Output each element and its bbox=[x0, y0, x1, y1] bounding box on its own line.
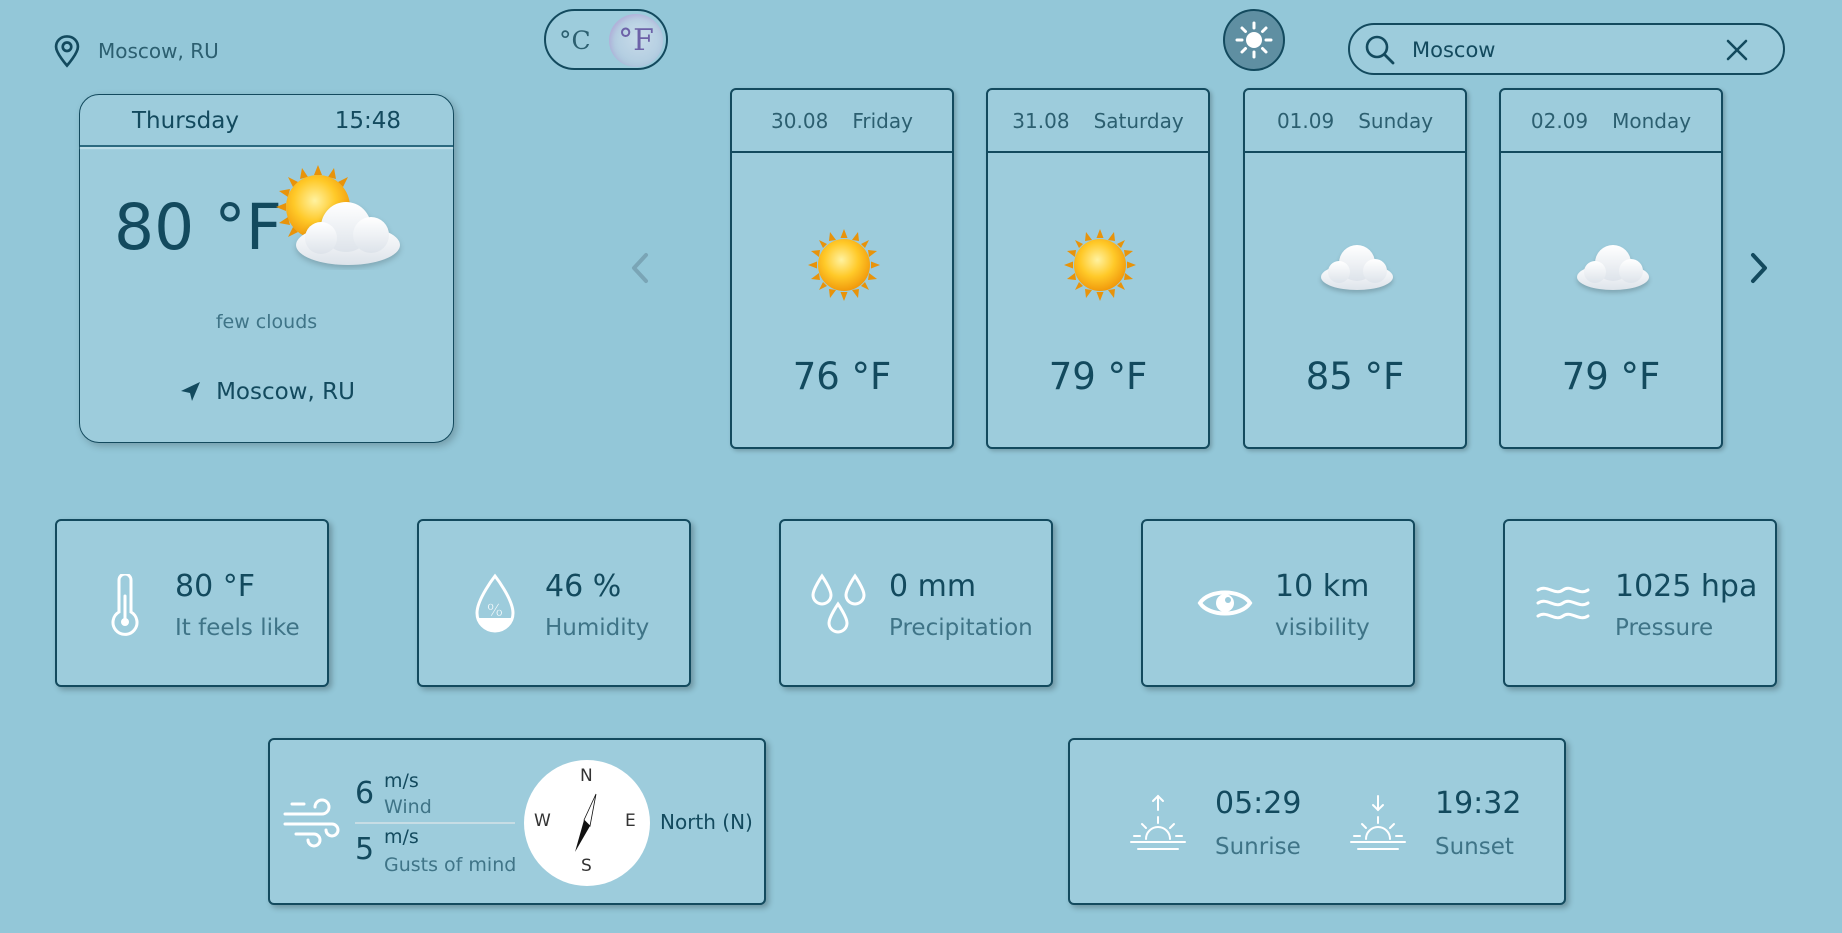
visibility-label: visibility bbox=[1275, 615, 1370, 641]
unit-fahrenheit-option[interactable]: °F bbox=[609, 14, 663, 67]
wind-card: 6 m/s Wind 5 m/s Gusts of mind N S E W N… bbox=[268, 738, 766, 905]
forecast-header: 30.08 Friday bbox=[732, 90, 952, 153]
navigation-arrow-icon bbox=[181, 382, 201, 401]
visibility-value: 10 km bbox=[1275, 569, 1370, 604]
pressure-label: Pressure bbox=[1615, 615, 1714, 641]
forecast-header: 31.08 Saturday bbox=[988, 90, 1208, 153]
theme-toggle-button[interactable] bbox=[1223, 9, 1285, 71]
cloud-icon bbox=[1577, 245, 1649, 290]
current-location-text: Moscow, RU bbox=[216, 379, 355, 405]
divider bbox=[80, 145, 453, 147]
sunrise-icon bbox=[1130, 794, 1186, 850]
humidity-value: 46 % bbox=[545, 569, 622, 604]
wind-direction: North (N) bbox=[660, 810, 753, 834]
waves-icon bbox=[1536, 586, 1590, 620]
sun-icon bbox=[1064, 229, 1136, 301]
cloud-icon bbox=[1321, 245, 1393, 290]
pressure-value: 1025 hpa bbox=[1615, 569, 1758, 604]
feels-like-card: 80 °F It feels like bbox=[55, 519, 329, 687]
chevron-left-icon[interactable] bbox=[629, 250, 651, 286]
forecast-card[interactable]: 02.09 Monday 79 °F bbox=[1499, 88, 1723, 449]
precipitation-label: Precipitation bbox=[889, 615, 1033, 641]
weather-description: few clouds bbox=[215, 311, 318, 333]
svg-text:%: % bbox=[487, 601, 503, 621]
search-input[interactable]: Moscow bbox=[1412, 38, 1495, 62]
gust-label: Gusts of mind bbox=[384, 854, 517, 876]
feels-like-label: It feels like bbox=[175, 615, 300, 641]
sun-icon bbox=[808, 229, 880, 301]
forecast-card[interactable]: 31.08 Saturday 79 °F bbox=[986, 88, 1210, 449]
forecast-day: Saturday bbox=[1093, 108, 1184, 133]
eye-icon bbox=[1197, 590, 1253, 616]
raindrops-icon bbox=[811, 573, 866, 634]
sunset-icon bbox=[1350, 795, 1406, 850]
humidity-drop-icon: % bbox=[475, 573, 515, 633]
wind-speed-unit: m/s bbox=[384, 770, 419, 792]
forecast-header: 01.09 Sunday bbox=[1245, 90, 1465, 153]
current-time: 15:48 bbox=[334, 108, 401, 134]
forecast-temperature: 79 °F bbox=[1561, 355, 1661, 398]
humidity-label: Humidity bbox=[545, 615, 650, 641]
sunset-time: 19:32 bbox=[1435, 786, 1522, 821]
wind-compass: N S E W bbox=[524, 760, 650, 886]
forecast-temperature: 79 °F bbox=[1048, 355, 1148, 398]
forecast-temperature: 76 °F bbox=[792, 355, 892, 398]
forecast-day: Monday bbox=[1612, 108, 1692, 133]
weather-app: Moscow, RU °C °F Moscow Thursday 15:48 8… bbox=[0, 0, 1842, 933]
sun-icon bbox=[1235, 21, 1273, 59]
feels-like-value: 80 °F bbox=[175, 569, 255, 604]
gust-unit: m/s bbox=[384, 826, 419, 848]
forecast-header: 02.09 Monday bbox=[1501, 90, 1721, 153]
forecast-day: Sunday bbox=[1358, 108, 1434, 133]
location-pin-icon bbox=[54, 35, 80, 68]
search-icon[interactable] bbox=[1364, 34, 1396, 66]
chevron-right-icon[interactable] bbox=[1748, 250, 1770, 286]
compass-needle-icon bbox=[575, 793, 597, 852]
sun-behind-cloud-icon bbox=[276, 165, 400, 265]
wind-speed-value: 6 bbox=[355, 776, 375, 811]
sunrise-label: Sunrise bbox=[1215, 834, 1301, 860]
thermometer-icon bbox=[111, 574, 139, 636]
forecast-date: 01.09 bbox=[1276, 108, 1335, 133]
visibility-card: 10 km visibility bbox=[1141, 519, 1415, 687]
pressure-card: 1025 hpa Pressure bbox=[1503, 519, 1777, 687]
forecast-date: 30.08 bbox=[771, 108, 829, 133]
forecast-card[interactable]: 01.09 Sunday 85 °F bbox=[1243, 88, 1467, 449]
forecast-date: 31.08 bbox=[1012, 108, 1070, 133]
sun-times-card: 05:29 Sunrise 19:32 Sunset bbox=[1068, 738, 1566, 905]
unit-celsius-option[interactable]: °C bbox=[559, 26, 591, 55]
current-day: Thursday bbox=[132, 108, 239, 134]
sunrise-time: 05:29 bbox=[1215, 786, 1302, 821]
gust-value: 5 bbox=[355, 832, 375, 867]
precipitation-card: 0 mm Precipitation bbox=[779, 519, 1053, 687]
header-location: Moscow, RU bbox=[52, 34, 219, 68]
forecast-temperature: 85 °F bbox=[1305, 355, 1405, 398]
sunset-label: Sunset bbox=[1435, 834, 1514, 860]
forecast-date: 02.09 bbox=[1530, 108, 1589, 133]
current-location: Moscow, RU bbox=[80, 379, 453, 405]
current-temperature: 80 °F bbox=[114, 191, 282, 264]
forecast-card[interactable]: 30.08 Friday 76 °F bbox=[730, 88, 954, 449]
wind-icon bbox=[283, 798, 340, 848]
current-weather-card: Thursday 15:48 80 °F few clouds Moscow, … bbox=[79, 94, 454, 443]
header-location-text: Moscow, RU bbox=[98, 39, 219, 63]
precipitation-value: 0 mm bbox=[889, 569, 977, 604]
search-bar[interactable]: Moscow bbox=[1348, 23, 1785, 75]
humidity-card: % 46 % Humidity bbox=[417, 519, 691, 687]
forecast-day: Friday bbox=[852, 108, 913, 133]
close-icon[interactable] bbox=[1725, 38, 1749, 62]
divider bbox=[355, 822, 515, 824]
unit-toggle[interactable]: °C °F bbox=[544, 9, 668, 70]
wind-speed-label: Wind bbox=[384, 796, 432, 818]
